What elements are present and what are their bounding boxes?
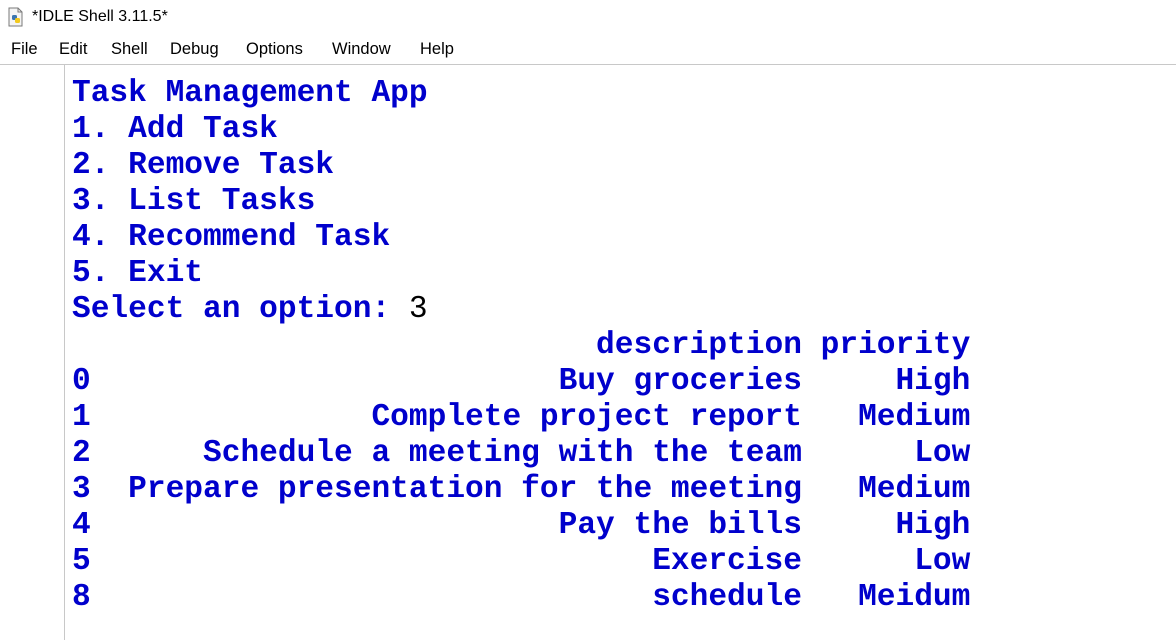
shell-text-area[interactable]: Task Management App 1. Add Task 2. Remov…	[66, 65, 1176, 640]
row-index: 3	[72, 472, 91, 507]
menu-shell[interactable]: Shell	[109, 40, 150, 59]
prompt-line: Select an option: 3	[72, 292, 428, 328]
table-header: description priority	[72, 328, 970, 364]
menu-help[interactable]: Help	[418, 40, 456, 59]
user-input: 3	[408, 292, 428, 327]
task-description: Buy groceries	[128, 364, 802, 399]
table-row: 4 Pay the bills High	[72, 508, 970, 544]
task-priority: Low	[820, 436, 971, 471]
task-description: Complete project report	[128, 400, 802, 435]
shell-window: Task Management App 1. Add Task 2. Remov…	[0, 64, 1176, 640]
menu-debug[interactable]: Debug	[168, 40, 221, 59]
menu-option-line: 3. List Tasks	[72, 184, 316, 219]
table-row: 2 Schedule a meeting with the team Low	[72, 436, 970, 472]
column-header-description: description	[128, 328, 802, 363]
menu-option-line: 1. Add Task	[72, 112, 278, 147]
menu-file[interactable]: File	[9, 40, 40, 59]
task-priority: Medium	[820, 400, 971, 435]
task-priority: Meidum	[820, 580, 971, 615]
table-row: 0 Buy groceries High	[72, 364, 970, 400]
table-row: 5 Exercise Low	[72, 544, 970, 580]
table-row: 1 Complete project report Medium	[72, 400, 970, 436]
column-header-priority: priority	[820, 328, 971, 363]
title-bar: *IDLE Shell 3.11.5*	[0, 0, 1176, 34]
menu-option-line: 4. Recommend Task	[72, 220, 391, 255]
table-row: 3 Prepare presentation for the meeting M…	[72, 472, 970, 508]
row-index: 1	[72, 400, 91, 435]
row-index: 4	[72, 508, 91, 543]
task-priority: High	[820, 364, 971, 399]
task-description: schedule	[128, 580, 802, 615]
task-description: Prepare presentation for the meeting	[128, 472, 802, 507]
task-priority: High	[820, 508, 971, 543]
row-index: 5	[72, 544, 91, 579]
menu-option-line: 2. Remove Task	[72, 148, 335, 183]
prompt-text: Select an option:	[72, 292, 409, 327]
app-title-line: Task Management App	[72, 76, 428, 111]
window-title: *IDLE Shell 3.11.5*	[32, 8, 168, 25]
menu-window[interactable]: Window	[330, 40, 393, 59]
table-row: 8 schedule Meidum	[72, 580, 970, 616]
row-index: 2	[72, 436, 91, 471]
row-index: 0	[72, 364, 91, 399]
task-description: Exercise	[128, 544, 802, 579]
task-description: Pay the bills	[128, 508, 802, 543]
task-priority: Medium	[820, 472, 971, 507]
task-priority: Low	[820, 544, 971, 579]
task-description: Schedule a meeting with the team	[128, 436, 802, 471]
row-index: 8	[72, 580, 91, 615]
menu-options[interactable]: Options	[244, 40, 305, 59]
menu-option-line: 5. Exit	[72, 256, 204, 291]
python-idle-icon	[8, 7, 23, 27]
menu-edit[interactable]: Edit	[57, 40, 89, 59]
shell-sidebar	[0, 65, 65, 640]
menu-bar: File Edit Shell Debug Options Window Hel…	[0, 34, 1176, 66]
